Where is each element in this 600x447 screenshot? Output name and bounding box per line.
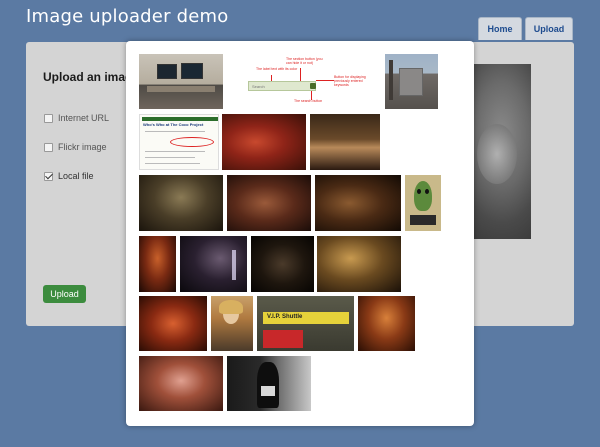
- thumb-crowd-3[interactable]: [315, 175, 401, 231]
- annot-search-field: Search: [248, 81, 316, 91]
- thumb-street-night[interactable]: [139, 236, 176, 292]
- thumb-bar-tables[interactable]: [358, 296, 415, 351]
- local-file-checkbox[interactable]: [44, 171, 53, 181]
- thumb-vip-shuttle-sign[interactable]: V.I.P. Shuttle: [257, 296, 354, 351]
- thumb-party-red-1[interactable]: [222, 114, 306, 170]
- thumb-building-exterior[interactable]: [385, 54, 438, 109]
- local-file-label: Local file: [58, 171, 94, 181]
- thumb-woman-portrait[interactable]: [211, 296, 253, 351]
- thumb-dark-room-2[interactable]: [251, 236, 314, 292]
- thumb-party-crowd-bright[interactable]: [139, 356, 223, 411]
- vip-sign-text: V.I.P. Shuttle: [267, 314, 303, 320]
- thumb-desk-monitors[interactable]: [139, 54, 223, 109]
- upload-button[interactable]: Upload: [43, 285, 86, 303]
- image-gallery-modal: The label text with its color The sectio…: [126, 41, 474, 426]
- thumb-party-red-2[interactable]: [139, 296, 207, 351]
- thumb-bar-interior[interactable]: [310, 114, 380, 170]
- option-internet-url[interactable]: Internet URL: [44, 113, 109, 123]
- annot-display-button: Button for displaying previously entered…: [334, 75, 366, 87]
- page-title: Image uploader demo: [26, 6, 229, 27]
- thumb-person-back[interactable]: [227, 356, 311, 411]
- option-local-file[interactable]: Local file: [44, 171, 94, 181]
- doc-title: Who's Who at The Coco Project: [143, 122, 204, 127]
- thumb-crowd-1[interactable]: [139, 175, 223, 231]
- option-flickr-image[interactable]: Flickr image: [44, 142, 107, 152]
- nav-home-button[interactable]: Home: [478, 17, 522, 40]
- flickr-image-checkbox[interactable]: [44, 142, 53, 152]
- thumb-whos-who-document[interactable]: Who's Who at The Coco Project: [139, 114, 219, 170]
- thumb-crowd-2[interactable]: [227, 175, 311, 231]
- thumb-bar-counter[interactable]: [317, 236, 401, 292]
- internet-url-checkbox[interactable]: [44, 113, 53, 123]
- flickr-image-label: Flickr image: [58, 142, 107, 152]
- annot-section-button: The section button (you can hide it or n…: [286, 57, 323, 65]
- thumb-annotated-search-ui[interactable]: The label text with its color The sectio…: [226, 54, 381, 109]
- nav-upload-button[interactable]: Upload: [525, 17, 573, 40]
- internet-url-label: Internet URL: [58, 113, 110, 123]
- annot-search-button: The search button: [294, 99, 323, 103]
- annot-label-text: The label text with its color: [256, 67, 298, 71]
- panel-heading: Upload an image: [43, 70, 140, 84]
- thumb-alien-poster[interactable]: [405, 175, 441, 231]
- thumb-dark-room-1[interactable]: [180, 236, 247, 292]
